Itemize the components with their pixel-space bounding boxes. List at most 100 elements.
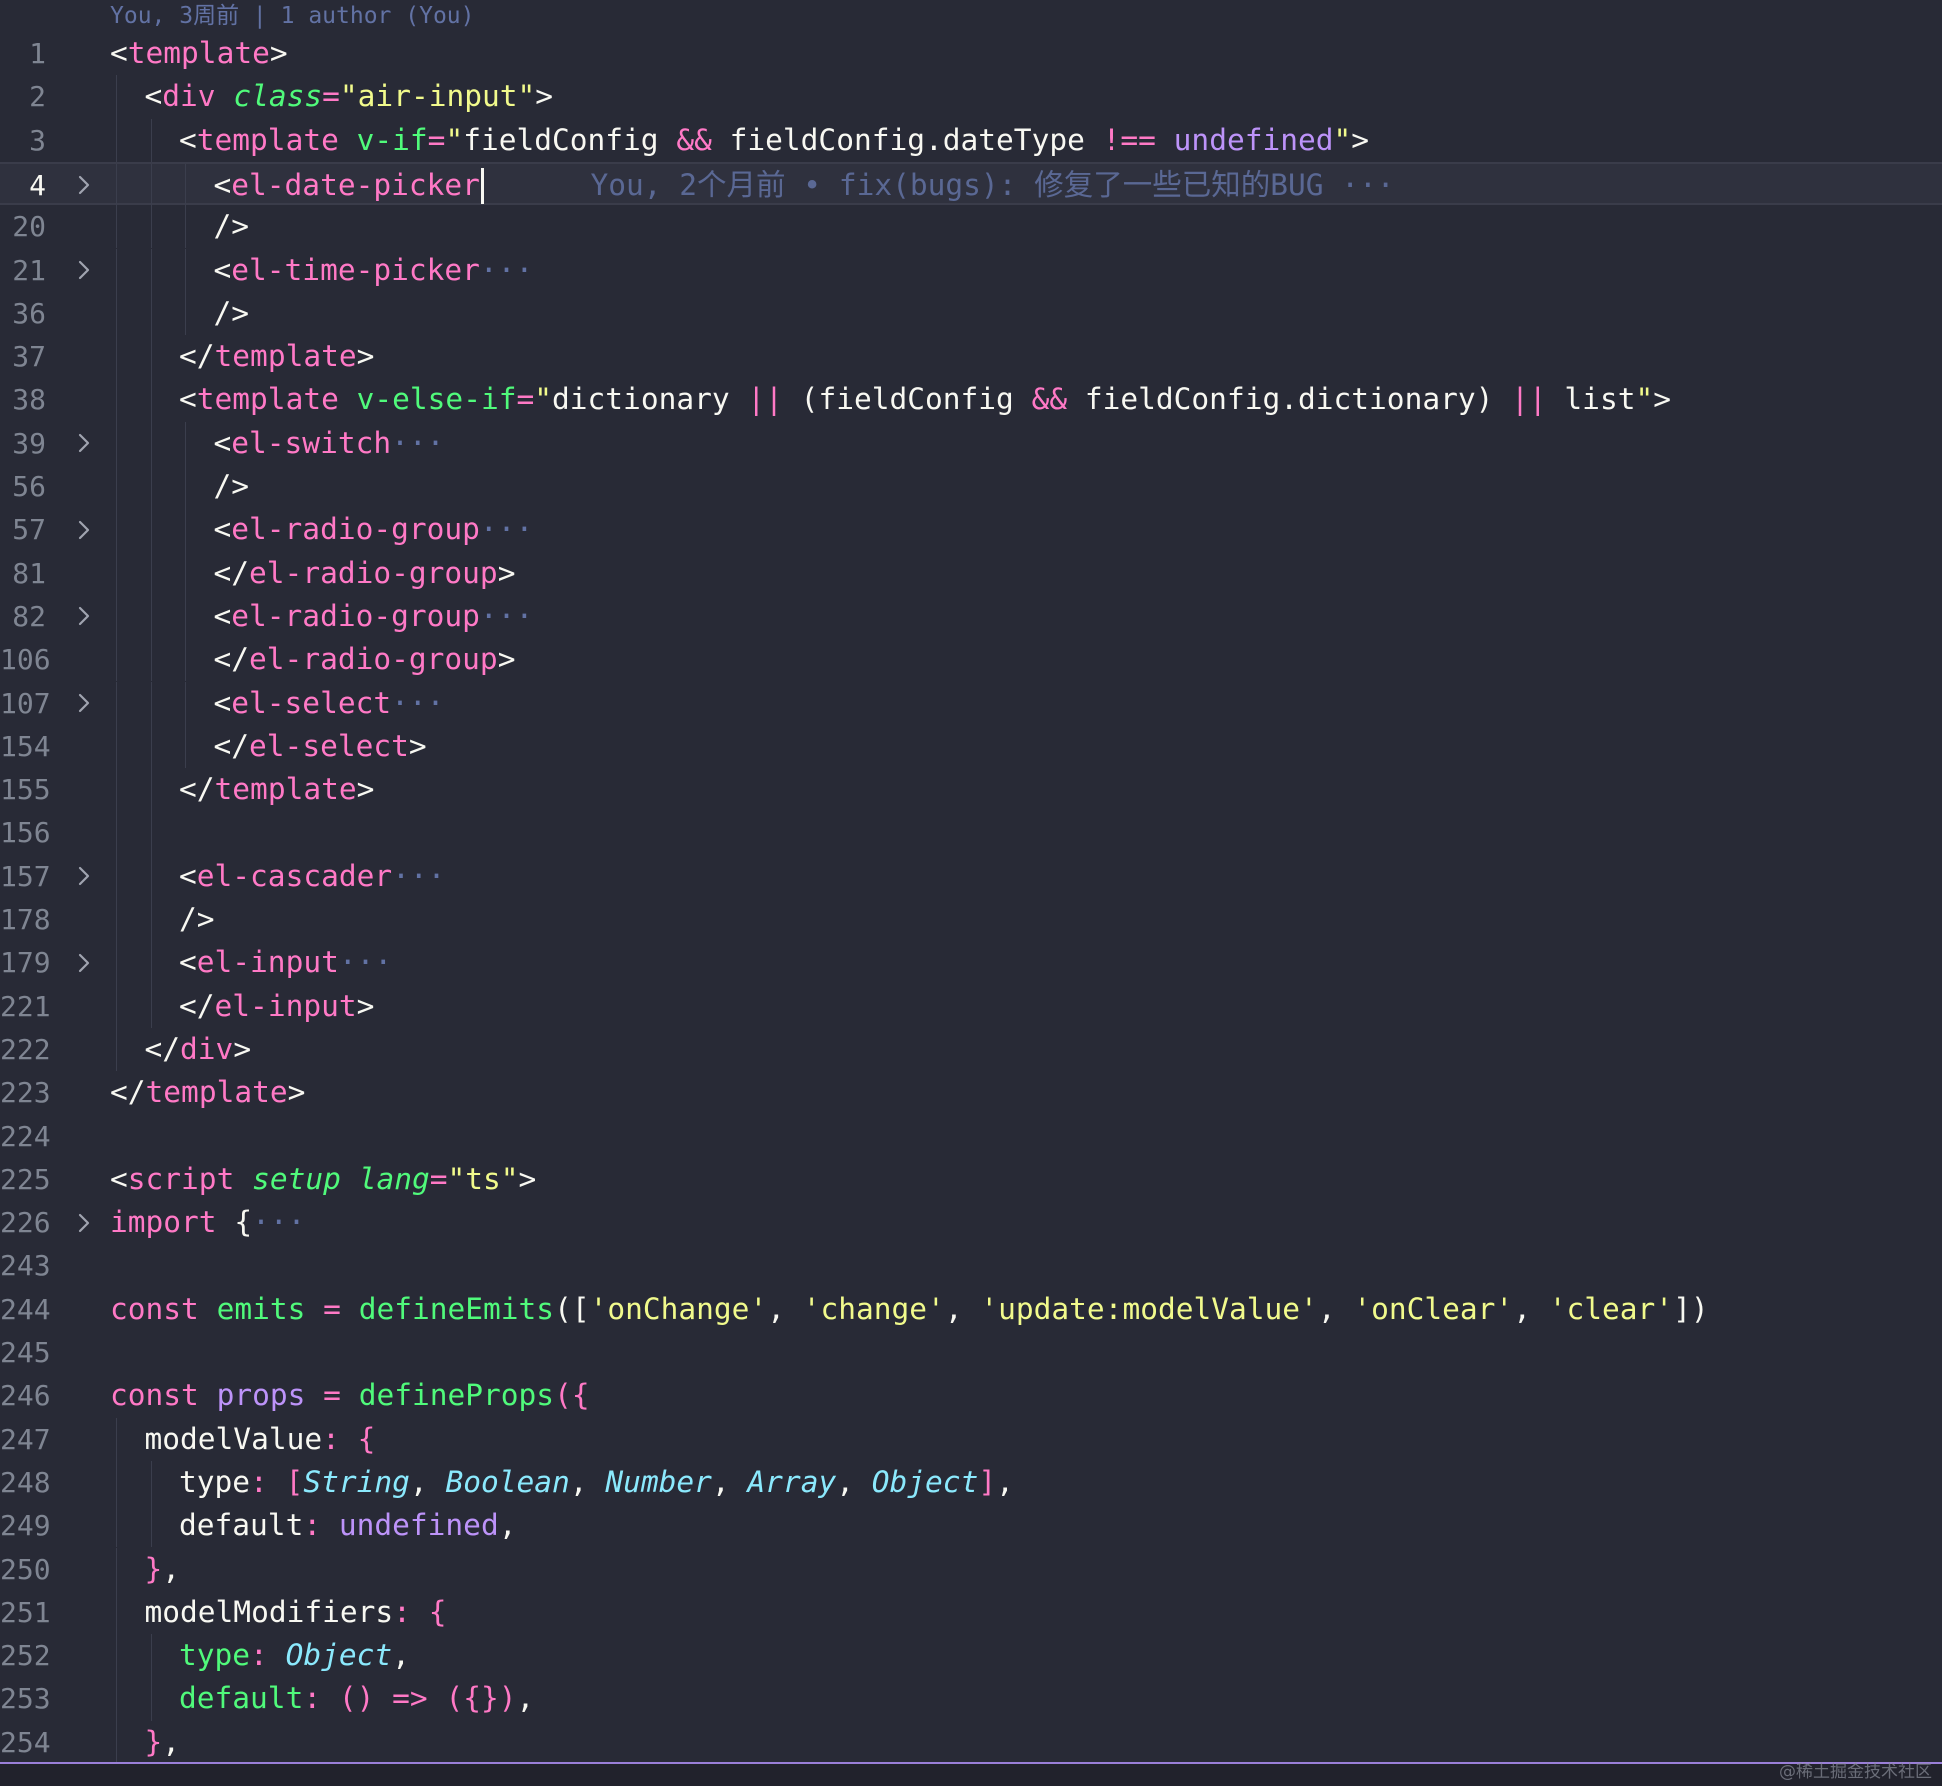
inline-git-blame[interactable]: You, 2个月前 • fix(bugs): 修复了一些已知的BUG ··· xyxy=(484,168,1394,202)
fold-chevron-right-icon[interactable] xyxy=(74,164,94,207)
code-token: String xyxy=(303,1464,410,1499)
indent-guide xyxy=(185,248,186,292)
line-number: 2 xyxy=(29,80,46,114)
fold-chevron-right-icon[interactable] xyxy=(74,682,94,725)
code-line[interactable]: 224 xyxy=(0,1115,1942,1158)
indent-guide xyxy=(116,1634,117,1678)
code-line[interactable]: 156 xyxy=(0,811,1942,855)
code-line[interactable]: 154 </el-select> xyxy=(0,724,1942,769)
code-line[interactable]: 37 </template> xyxy=(0,335,1942,379)
code-line[interactable]: 244 const emits = defineEmits(['onChange'… xyxy=(0,1288,1942,1331)
code-line[interactable]: 249 default: undefined, xyxy=(0,1504,1942,1548)
code-editor[interactable]: You, 3周前 | 1 author (You) 1 <template> 2 < d… xyxy=(0,0,1942,1764)
code-token: , xyxy=(711,1464,748,1499)
code-line[interactable]: 1 <template> xyxy=(0,32,1942,75)
code-token: ] xyxy=(978,1464,997,1499)
code-token: , xyxy=(569,1464,606,1499)
code-token: ··· xyxy=(479,598,534,633)
indent-guide xyxy=(150,1677,152,1721)
fold-chevron-right-icon[interactable] xyxy=(74,249,94,292)
code-line[interactable]: 2 <div class="air-input"> xyxy=(0,75,1942,119)
fold-chevron-right-icon[interactable] xyxy=(74,595,94,638)
code-token: ]) xyxy=(1673,1291,1709,1326)
code-token: </ xyxy=(213,555,250,590)
code-token: </ xyxy=(144,1031,181,1066)
fold-chevron-right-icon[interactable] xyxy=(74,508,94,551)
code-line[interactable]: 3 <template v-if="fieldConfig && fieldCon… xyxy=(0,118,1942,162)
code-line[interactable]: 21 <el-time-picker··· xyxy=(0,248,1942,292)
code-text: </el-input> xyxy=(179,985,374,1028)
indent-guide xyxy=(150,681,152,725)
indent-guide xyxy=(116,1590,117,1635)
code-token: import xyxy=(110,1205,217,1240)
code-line[interactable]: 221 </el-input> xyxy=(0,984,1942,1028)
indent-guide xyxy=(116,1547,117,1591)
code-line[interactable]: 254}, xyxy=(0,1720,1942,1764)
code-token: el-switch xyxy=(231,425,392,460)
code-line[interactable]: 178 /> xyxy=(0,898,1942,942)
code-token: : xyxy=(250,1464,286,1499)
code-line[interactable]: 4 <el-date-picker You, 2个月前 • fix(bugs): … xyxy=(0,161,1942,208)
code-line[interactable]: 226 import {··· xyxy=(0,1201,1942,1244)
code-line[interactable]: 252 type: Object, xyxy=(0,1634,1942,1678)
indent-guide xyxy=(116,681,117,725)
code-line[interactable]: 20 /> xyxy=(0,205,1942,249)
fold-chevron-right-icon[interactable] xyxy=(74,855,94,898)
code-line[interactable]: 38 <template v-else-if="dictionary || (fi… xyxy=(0,378,1942,422)
code-line[interactable]: 39 <el-switch··· xyxy=(0,421,1942,465)
code-text: <script setup lang="ts"> xyxy=(110,1158,536,1201)
indent-guide xyxy=(116,291,117,336)
code-line[interactable]: 57 <el-radio-group··· xyxy=(0,508,1942,552)
code-line[interactable]: 248 type: [String, Boolean, Number, Array… xyxy=(0,1460,1942,1505)
code-token: < xyxy=(144,79,163,114)
code-token: "air-input" xyxy=(339,79,536,114)
code-token: </ xyxy=(110,1075,146,1110)
indent-guide xyxy=(116,984,117,1028)
indent-guide xyxy=(116,508,117,552)
code-line[interactable]: 36 /> xyxy=(0,291,1942,336)
code-line[interactable]: 253 default: () => ({}), xyxy=(0,1677,1942,1721)
indent-guide xyxy=(150,594,152,639)
code-token: , xyxy=(767,1291,803,1326)
indent-guide xyxy=(185,508,186,552)
code-text: default: undefined, xyxy=(179,1504,516,1547)
code-line[interactable]: 157 <el-cascader··· xyxy=(0,854,1942,898)
code-token: > xyxy=(233,1031,252,1066)
code-line[interactable]: 250}, xyxy=(0,1547,1942,1591)
code-line[interactable]: 106 </el-radio-group> xyxy=(0,638,1942,682)
code-line[interactable]: 225 <script setup lang="ts"> xyxy=(0,1158,1942,1201)
code-line[interactable]: 179 <el-input··· xyxy=(0,941,1942,985)
code-token: " xyxy=(534,382,553,417)
code-token: , xyxy=(162,1724,181,1759)
code-token: = xyxy=(516,382,535,417)
code-line[interactable]: 246 const props = defineProps({ xyxy=(0,1374,1942,1417)
code-line[interactable]: 107 <el-select··· xyxy=(0,681,1942,725)
code-line[interactable]: 245 xyxy=(0,1331,1942,1374)
code-line[interactable]: 243 xyxy=(0,1244,1942,1287)
git-blame-codelens[interactable]: You, 3周前 | 1 author (You) xyxy=(110,0,475,32)
code-line[interactable]: 56 /> xyxy=(0,465,1942,509)
code-line[interactable]: 155 </template> xyxy=(0,768,1942,812)
code-text: </div> xyxy=(145,1028,252,1071)
code-line[interactable]: 223 </template> xyxy=(0,1071,1942,1114)
code-line[interactable]: 81 </el-radio-group> xyxy=(0,551,1942,595)
line-number: 253 xyxy=(0,1682,51,1716)
code-line[interactable]: 247 modelValue: { xyxy=(0,1417,1942,1461)
code-text: </template> xyxy=(110,1071,305,1114)
line-number: 245 xyxy=(0,1336,51,1369)
fold-chevron-right-icon[interactable] xyxy=(74,1201,94,1244)
fold-chevron-right-icon[interactable] xyxy=(74,941,94,984)
code-token: " xyxy=(1333,122,1352,157)
code-line[interactable]: 82 <el-radio-group··· xyxy=(0,594,1942,639)
code-text: <el-radio-group··· xyxy=(214,508,534,551)
fold-chevron-right-icon[interactable] xyxy=(74,422,94,465)
line-number: 38 xyxy=(12,383,46,417)
indent-guide xyxy=(150,465,152,509)
code-line[interactable]: 251 modelModifiers: { xyxy=(0,1590,1942,1635)
line-number: 81 xyxy=(12,556,46,590)
code-text: }, xyxy=(145,1721,181,1764)
indent-guide xyxy=(116,898,117,942)
code-line[interactable]: 222 </div> xyxy=(0,1027,1942,1072)
